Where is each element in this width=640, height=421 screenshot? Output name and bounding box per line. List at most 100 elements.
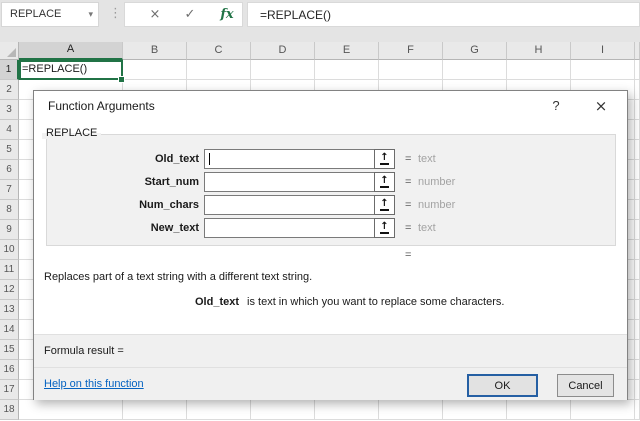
row-header-15[interactable]: 15 <box>0 340 19 360</box>
grid-cell[interactable] <box>315 400 379 420</box>
footer-divider <box>34 367 627 368</box>
select-all-icon <box>7 48 16 57</box>
new_text-input-area[interactable] <box>205 219 374 237</box>
start_num-input-area[interactable] <box>205 173 374 191</box>
column-header-b[interactable]: B <box>123 42 187 60</box>
help-link[interactable]: Help on this function <box>44 378 144 390</box>
row-header-11[interactable]: 11 <box>0 260 19 280</box>
row-header-14[interactable]: 14 <box>0 320 19 340</box>
grid-cell[interactable] <box>187 400 251 420</box>
start_num-input[interactable]: ↑ <box>204 172 395 192</box>
old_text-input-area[interactable] <box>205 150 374 168</box>
row-header-1[interactable]: 1 <box>0 60 19 80</box>
row-header-4[interactable]: 4 <box>0 120 19 140</box>
column-header-h[interactable]: H <box>507 42 571 60</box>
field-equals-new_text: = <box>405 218 411 238</box>
grid-cell[interactable] <box>635 200 640 220</box>
column-header-i[interactable]: I <box>571 42 635 60</box>
ok-button[interactable]: OK <box>467 374 538 397</box>
grid-cell[interactable] <box>251 60 315 80</box>
formula-bar[interactable]: =REPLACE() <box>247 2 640 27</box>
grid-cell[interactable] <box>187 60 251 80</box>
grid-cell[interactable] <box>635 280 640 300</box>
grid-cell[interactable] <box>379 400 443 420</box>
new_text-input[interactable]: ↑ <box>204 218 395 238</box>
row-header-12[interactable]: 12 <box>0 280 19 300</box>
grid-cell[interactable] <box>379 60 443 80</box>
grid-cell[interactable] <box>123 400 187 420</box>
column-header-a[interactable]: A <box>19 42 123 60</box>
column-header-c[interactable]: C <box>187 42 251 60</box>
row-header-17[interactable]: 17 <box>0 380 19 400</box>
grid-cell[interactable] <box>571 400 635 420</box>
collapse-dialog-button[interactable]: ↑ <box>374 172 395 192</box>
grid-cell[interactable] <box>635 300 640 320</box>
num_chars-input[interactable]: ↑ <box>204 195 395 215</box>
grid-cell[interactable] <box>571 60 635 80</box>
row-header-2[interactable]: 2 <box>0 80 19 100</box>
grid-cell[interactable] <box>635 140 640 160</box>
column-header-f[interactable]: F <box>379 42 443 60</box>
fill-handle[interactable] <box>118 76 125 83</box>
grid-cell[interactable] <box>507 60 571 80</box>
grid-cell[interactable] <box>443 400 507 420</box>
grid-cell[interactable] <box>635 160 640 180</box>
grid-cell[interactable] <box>251 400 315 420</box>
dialog-help-button[interactable]: ? <box>542 94 570 118</box>
grid-cell[interactable] <box>635 100 640 120</box>
select-all-button[interactable] <box>0 42 19 60</box>
collapse-dialog-icon-bar <box>380 232 389 234</box>
grid-cell[interactable] <box>635 220 640 240</box>
row-header-6[interactable]: 6 <box>0 160 19 180</box>
row-header-5[interactable]: 5 <box>0 140 19 160</box>
function-arguments-dialog: Function Arguments ? × REPLACE Old_text↑… <box>33 90 628 400</box>
field-label-old_text: Old_text <box>46 149 199 169</box>
cancel-entry-icon[interactable]: × <box>143 3 167 26</box>
column-header-e[interactable]: E <box>315 42 379 60</box>
row-header-9[interactable]: 9 <box>0 220 19 240</box>
collapse-dialog-button[interactable]: ↑ <box>374 218 395 238</box>
field-equals-start_num: = <box>405 172 411 192</box>
row-header-7[interactable]: 7 <box>0 180 19 200</box>
num_chars-input-area[interactable] <box>205 196 374 214</box>
collapse-dialog-icon: ↑ <box>380 153 388 162</box>
row-header-10[interactable]: 10 <box>0 240 19 260</box>
column-header-partial[interactable] <box>635 42 640 60</box>
old_text-input[interactable]: ↑ <box>204 149 395 169</box>
grid-cell[interactable] <box>443 60 507 80</box>
field-label-new_text: New_text <box>46 218 199 238</box>
row-header-8[interactable]: 8 <box>0 200 19 220</box>
grid-cell[interactable] <box>635 80 640 100</box>
enter-entry-icon[interactable]: ✓ <box>178 3 202 26</box>
grid-cell[interactable] <box>507 400 571 420</box>
row-header-16[interactable]: 16 <box>0 360 19 380</box>
grid-cell[interactable] <box>635 260 640 280</box>
row-header-13[interactable]: 13 <box>0 300 19 320</box>
column-header-d[interactable]: D <box>251 42 315 60</box>
collapse-dialog-button[interactable]: ↑ <box>374 149 395 169</box>
insert-function-icon[interactable]: fx <box>215 3 239 26</box>
grid-cell[interactable] <box>635 380 640 400</box>
argument-hint-term: Old_text <box>195 296 239 308</box>
grid-cell[interactable] <box>635 400 640 420</box>
grid-cell[interactable] <box>635 60 640 80</box>
row-header-18[interactable]: 18 <box>0 400 19 420</box>
row-header-3[interactable]: 3 <box>0 100 19 120</box>
name-box-dropdown-icon[interactable]: ▾ <box>88 10 93 20</box>
field-label-num_chars: Num_chars <box>46 195 199 215</box>
grid-cell[interactable] <box>123 60 187 80</box>
cancel-button[interactable]: Cancel <box>557 374 614 397</box>
grid-cell[interactable] <box>315 60 379 80</box>
dialog-close-icon[interactable]: × <box>584 94 618 118</box>
grid-cell[interactable] <box>635 120 640 140</box>
column-header-g[interactable]: G <box>443 42 507 60</box>
grid-cell[interactable] <box>635 240 640 260</box>
name-box[interactable]: REPLACE ▾ <box>1 2 99 27</box>
grid-cell[interactable] <box>19 400 123 420</box>
grid-cell[interactable] <box>635 340 640 360</box>
collapse-dialog-button[interactable]: ↑ <box>374 195 395 215</box>
grid-cell[interactable] <box>635 360 640 380</box>
grid-cell[interactable] <box>635 320 640 340</box>
collapse-dialog-icon-bar <box>380 163 389 165</box>
grid-cell[interactable] <box>635 180 640 200</box>
